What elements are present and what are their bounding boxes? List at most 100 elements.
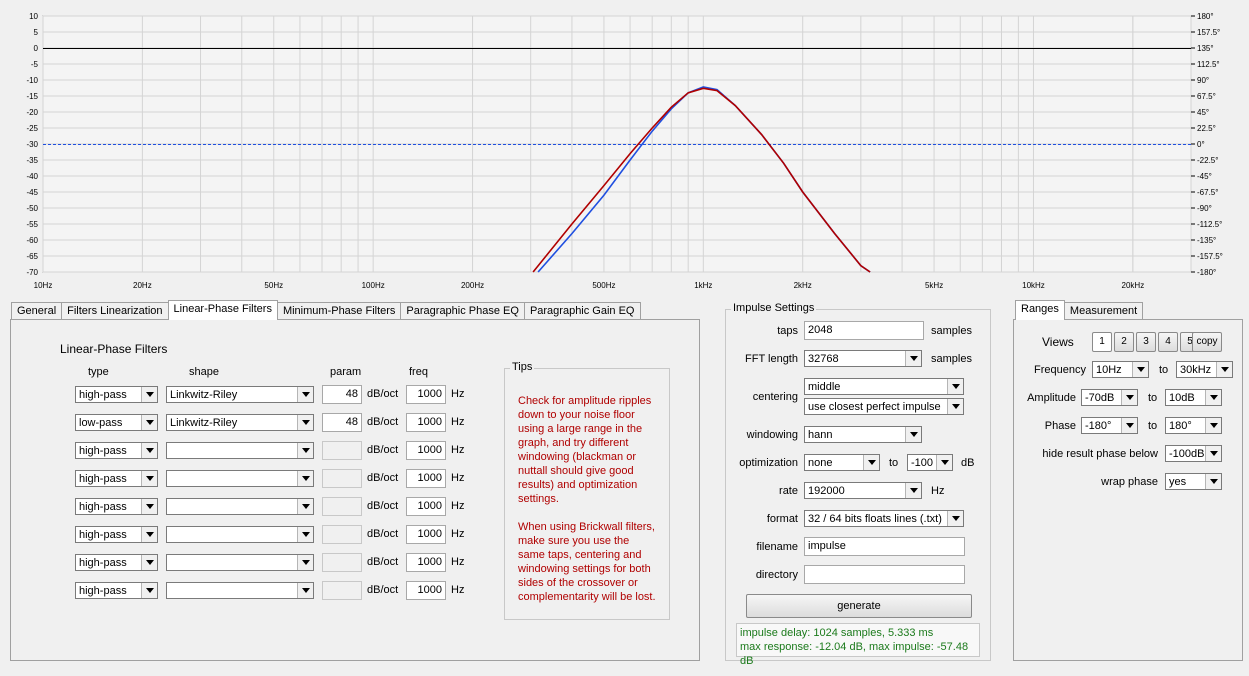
filter-type-select[interactable]: high-pass xyxy=(75,442,158,459)
chevron-down-icon xyxy=(141,499,157,514)
frequency-to-value: 30kHz xyxy=(1180,364,1212,376)
chevron-down-icon xyxy=(297,583,313,598)
chevron-down-icon xyxy=(297,415,313,430)
y-tick-label-left: -70 xyxy=(26,268,38,277)
rate-unit: Hz xyxy=(931,485,945,497)
directory-label: directory xyxy=(755,569,798,581)
tab-measurement[interactable]: Measurement xyxy=(1063,302,1144,320)
filter-shape-select[interactable]: Linkwitz-Riley xyxy=(166,414,314,431)
filter-freq-input[interactable]: 1000 xyxy=(406,469,446,488)
tab-ranges[interactable]: Ranges xyxy=(1015,300,1065,320)
chevron-down-icon xyxy=(1205,474,1221,489)
chevron-down-icon xyxy=(947,379,963,394)
view-button-1[interactable]: 1 xyxy=(1092,332,1112,352)
phase-from-select[interactable]: -180° xyxy=(1081,417,1138,434)
amplitude-from-select[interactable]: -70dB xyxy=(1081,389,1138,406)
format-value: 32 / 64 bits floats lines (.txt) xyxy=(808,513,942,525)
y-tick-label-left: 0 xyxy=(34,44,39,53)
tips-title: Tips xyxy=(510,361,535,373)
optimization-select[interactable]: none xyxy=(804,454,880,471)
view-button-2[interactable]: 2 xyxy=(1114,332,1134,352)
view-button-3[interactable]: 3 xyxy=(1136,332,1156,352)
tab-filters-linearization[interactable]: Filters Linearization xyxy=(61,302,169,320)
frequency-response-graph[interactable]: 10 5 0 -5 -10 -15 -20 -25 -30 -35 -40 -45 -50 -55 -60 -… xyxy=(0,0,1249,293)
chevron-down-icon xyxy=(1216,362,1232,377)
y-tick-label-left: -10 xyxy=(26,76,38,85)
copy-view-button[interactable]: copy xyxy=(1192,332,1222,352)
status-box: impulse delay: 1024 samples, 5.333 ms ma… xyxy=(736,623,980,667)
generate-button[interactable]: generate xyxy=(746,594,972,618)
chevron-down-icon xyxy=(905,427,921,442)
view-button-4[interactable]: 4 xyxy=(1158,332,1178,352)
filter-freq-input[interactable]: 1000 xyxy=(406,413,446,432)
filter-type-value: low-pass xyxy=(79,417,123,429)
amplitude-to-select[interactable]: 10dB xyxy=(1165,389,1222,406)
rate-select[interactable]: 192000 xyxy=(804,482,922,499)
y-tick-label-right: 112.5° xyxy=(1197,60,1220,69)
filename-input[interactable]: impulse xyxy=(804,537,965,556)
filter-type-select[interactable]: high-pass xyxy=(75,554,158,571)
hide-phase-select[interactable]: -100dB xyxy=(1165,445,1222,462)
frequency-to-select[interactable]: 30kHz xyxy=(1176,361,1233,378)
chevron-down-icon xyxy=(141,415,157,430)
frequency-from-select[interactable]: 10Hz xyxy=(1092,361,1149,378)
y-tick-label-left: -20 xyxy=(26,108,38,117)
optimization-label: optimization xyxy=(739,457,798,469)
directory-input[interactable] xyxy=(804,565,965,584)
tab-paragraphic-gain-eq[interactable]: Paragraphic Gain EQ xyxy=(523,302,641,320)
filter-param-input xyxy=(322,525,362,544)
filter-param-unit: dB/oct xyxy=(367,584,399,596)
y-tick-label-right: 45° xyxy=(1197,108,1209,117)
filter-freq-input[interactable]: 1000 xyxy=(406,385,446,404)
fft-length-select[interactable]: 32768 xyxy=(804,350,922,367)
taps-input[interactable]: 2048 xyxy=(804,321,924,340)
filter-shape-select[interactable] xyxy=(166,442,314,459)
filter-type-select[interactable]: high-pass xyxy=(75,386,158,403)
tab-general[interactable]: General xyxy=(11,302,63,320)
wrap-phase-select[interactable]: yes xyxy=(1165,473,1222,490)
filter-freq-input[interactable]: 1000 xyxy=(406,441,446,460)
y-tick-label-right: -112.5° xyxy=(1197,220,1222,229)
phase-label: Phase xyxy=(1044,420,1076,432)
filter-type-select[interactable]: high-pass xyxy=(75,526,158,543)
amplitude-from-value: -70dB xyxy=(1085,392,1115,404)
windowing-select[interactable]: hann xyxy=(804,426,922,443)
centering-select[interactable]: middle xyxy=(804,378,964,395)
filter-shape-select[interactable] xyxy=(166,554,314,571)
filter-type-select[interactable]: high-pass xyxy=(75,582,158,599)
y-tick-label-left: -35 xyxy=(26,156,38,165)
taps-unit: samples xyxy=(931,325,972,337)
chevron-down-icon xyxy=(297,471,313,486)
phase-to-select[interactable]: 180° xyxy=(1165,417,1222,434)
filter-param-input[interactable]: 48 xyxy=(322,385,362,404)
filter-freq-input[interactable]: 1000 xyxy=(406,581,446,600)
y-tick-label-left: -40 xyxy=(26,172,38,181)
filter-shape-select[interactable] xyxy=(166,526,314,543)
y-tick-label-left: -45 xyxy=(26,188,38,197)
filter-type-select[interactable]: low-pass xyxy=(75,414,158,431)
filter-shape-select[interactable]: Linkwitz-Riley xyxy=(166,386,314,403)
filter-param-input[interactable]: 48 xyxy=(322,413,362,432)
filter-shape-select[interactable] xyxy=(166,470,314,487)
windowing-value: hann xyxy=(808,429,833,441)
optimization-to-label: to xyxy=(889,457,899,469)
filter-freq-input[interactable]: 1000 xyxy=(406,525,446,544)
filter-shape-value: Linkwitz-Riley xyxy=(170,389,238,401)
filter-type-select[interactable]: high-pass xyxy=(75,498,158,515)
filter-freq-input[interactable]: 1000 xyxy=(406,553,446,572)
fft-length-value: 32768 xyxy=(808,353,839,365)
filter-type-select[interactable]: high-pass xyxy=(75,470,158,487)
format-select[interactable]: 32 / 64 bits floats lines (.txt) xyxy=(804,510,964,527)
centering-mode-select[interactable]: use closest perfect impulse xyxy=(804,398,964,415)
filter-param-input xyxy=(322,441,362,460)
filter-freq-input[interactable]: 1000 xyxy=(406,497,446,516)
optimization-db-select[interactable]: -100 xyxy=(907,454,953,471)
filter-shape-select[interactable] xyxy=(166,498,314,515)
x-tick-label: 1kHz xyxy=(694,281,712,290)
filter-shape-select[interactable] xyxy=(166,582,314,599)
tab-paragraphic-phase-eq[interactable]: Paragraphic Phase EQ xyxy=(400,302,525,320)
tab-linear-phase-filters[interactable]: Linear-Phase Filters xyxy=(167,300,278,320)
filename-label: filename xyxy=(756,541,798,553)
tab-minimum-phase-filters[interactable]: Minimum-Phase Filters xyxy=(276,302,402,320)
fft-length-label: FFT length xyxy=(745,353,798,365)
